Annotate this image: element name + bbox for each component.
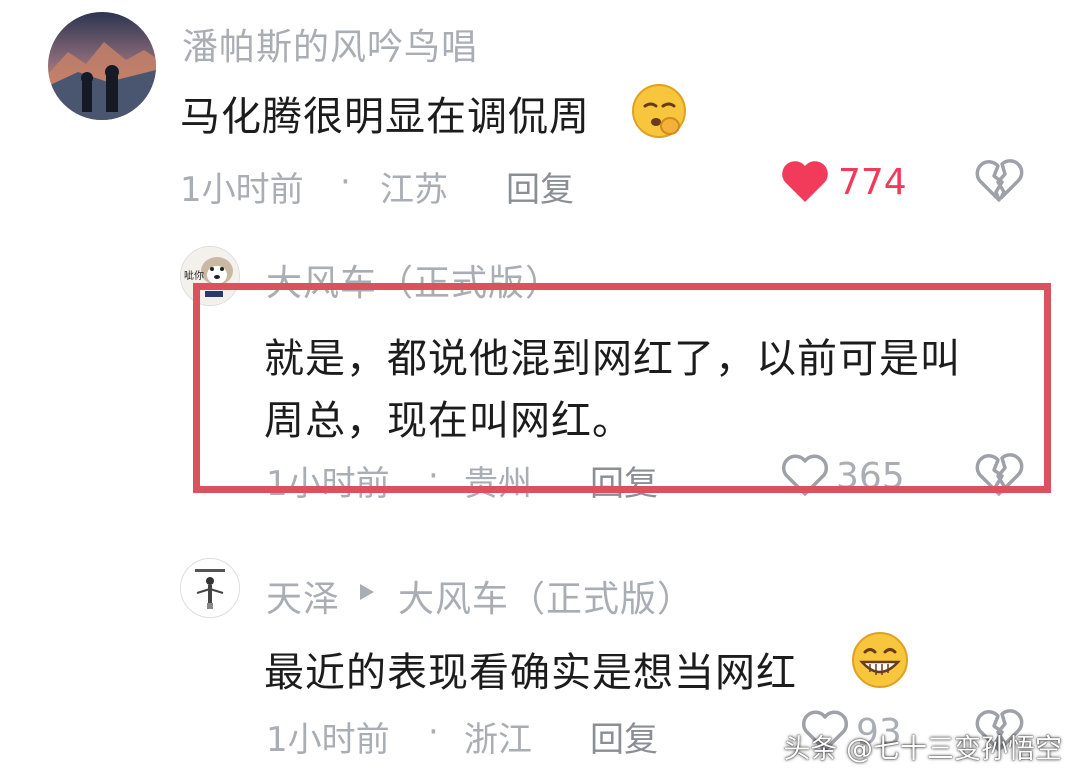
highlight-mask-top [260,283,580,290]
grinning-face-emoji [850,630,910,690]
highlight-box [193,283,1051,493]
comment-username[interactable]: 潘帕斯的风吟鸟唱 [182,18,478,70]
reply-target-username[interactable]: 大风车（正式版） [398,570,694,622]
comment-location: 浙江 [464,720,532,760]
comment-location: 江苏 [380,170,448,210]
dislike-broken-heart-icon[interactable] [974,158,1024,204]
comment-time: 1小时前 [180,170,304,210]
heart-filled-icon[interactable] [780,158,830,204]
meta-separator: · [428,712,439,752]
meta-separator: · [340,162,351,202]
shushing-face-emoji [630,82,688,140]
reply-button[interactable]: 回复 [506,162,574,211]
comment-username[interactable]: 天泽 [266,570,340,622]
avatar-caption: 呲你 [184,271,204,282]
comment-time: 1小时前 [266,720,390,760]
comment-content: 最近的表现看确实是想当网红 [264,650,797,696]
watermark: 头条 @七十三变孙悟空 [783,734,1062,765]
reply-button[interactable]: 回复 [590,712,658,761]
like-count: 774 [838,162,907,203]
comment-content: 马化腾很明显在调侃周 [180,94,590,140]
avatar[interactable] [180,558,240,618]
avatar[interactable] [48,12,156,120]
reply-arrow-icon [358,582,376,602]
